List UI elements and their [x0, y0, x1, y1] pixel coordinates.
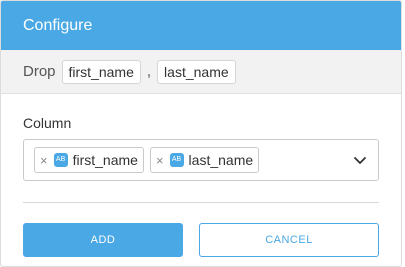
chip-label: first_name [72, 152, 138, 168]
action-summary: Drop first_name , last_name [1, 50, 401, 94]
chevron-down-icon[interactable] [352, 152, 368, 168]
divider [23, 202, 379, 203]
column-chip-first-name: × AB first_name [34, 147, 144, 173]
summary-token-last-name: last_name [157, 59, 236, 84]
text-type-icon: AB [53, 153, 68, 167]
summary-token-first-name: first_name [61, 59, 141, 84]
column-multiselect[interactable]: × AB first_name × AB last_name [23, 139, 379, 181]
dialog-header: Configure [1, 1, 401, 50]
dialog-body: Column × AB first_name × AB last_name AD… [1, 115, 401, 257]
add-button[interactable]: ADD [23, 223, 183, 257]
summary-separator: , [146, 63, 152, 80]
remove-chip-icon[interactable]: × [156, 153, 164, 168]
dialog-title: Configure [23, 16, 93, 34]
cancel-button[interactable]: CANCEL [199, 223, 379, 257]
summary-prefix: Drop [23, 63, 56, 80]
column-field-label: Column [23, 115, 72, 131]
configure-dialog: Configure Drop first_name , last_name Co… [0, 0, 402, 267]
remove-chip-icon[interactable]: × [40, 153, 48, 168]
chip-label: last_name [188, 152, 254, 168]
dialog-actions: ADD CANCEL [23, 223, 379, 257]
column-chip-last-name: × AB last_name [149, 147, 260, 173]
text-type-icon: AB [169, 153, 184, 167]
